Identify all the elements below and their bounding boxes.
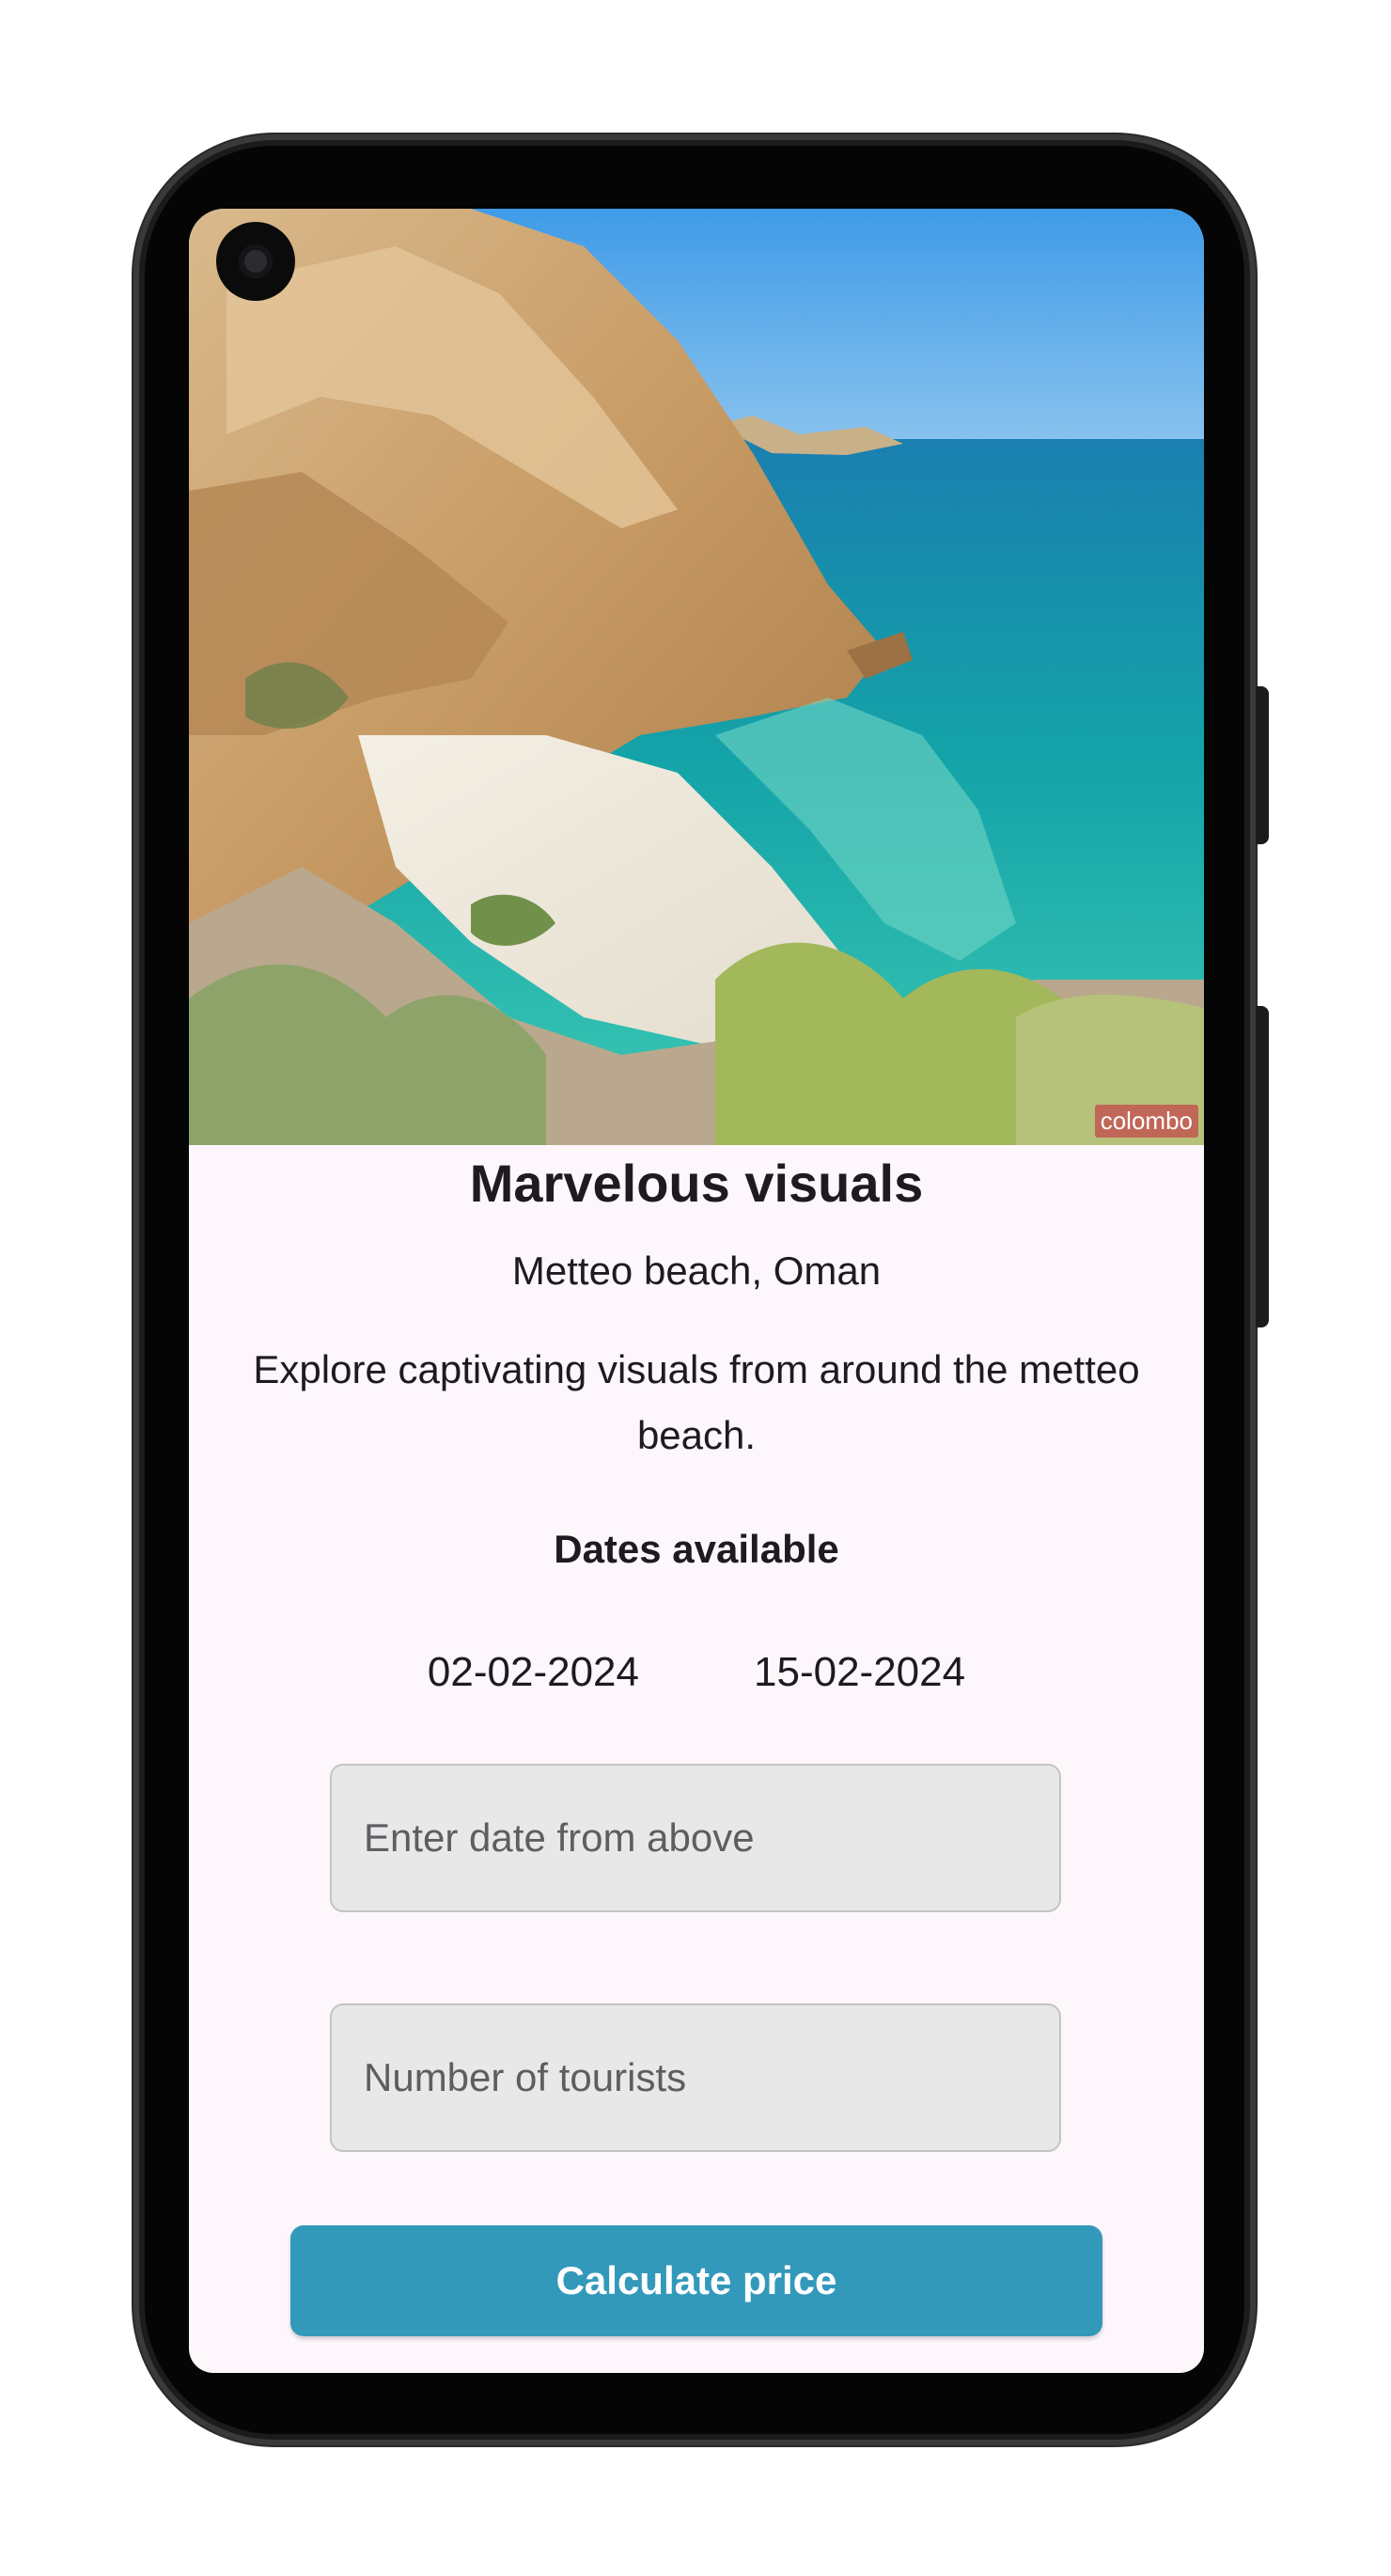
app-screen: colombo Marvelous visuals Metteo beach, … (189, 209, 1204, 2373)
dates-heading: Dates available (554, 1527, 839, 1571)
calculate-price-button[interactable]: Calculate price (290, 2225, 1102, 2336)
volume-button (1256, 1006, 1269, 1327)
date-input[interactable] (332, 1766, 1059, 1910)
location-text: Metteo beach, Oman (511, 1249, 882, 1293)
front-camera-icon (216, 222, 295, 301)
date-item: 02-02-2024 (427, 1649, 639, 1695)
tourists-field (330, 2003, 1061, 2152)
image-watermark: colombo (1094, 1105, 1198, 1138)
page-title: Marvelous visuals (469, 1154, 924, 1213)
dates-list: 02-02-2024 15-02-2024 (189, 1649, 1204, 1696)
date-field (330, 1764, 1061, 1912)
date-item: 15-02-2024 (754, 1649, 966, 1695)
description-text: Explore captivating visuals from around … (253, 1347, 1140, 1457)
power-button (1256, 686, 1269, 844)
hero-image: colombo (189, 209, 1204, 1145)
beach-photo-illustration (189, 209, 1204, 1145)
tourists-input[interactable] (332, 2005, 1059, 2150)
